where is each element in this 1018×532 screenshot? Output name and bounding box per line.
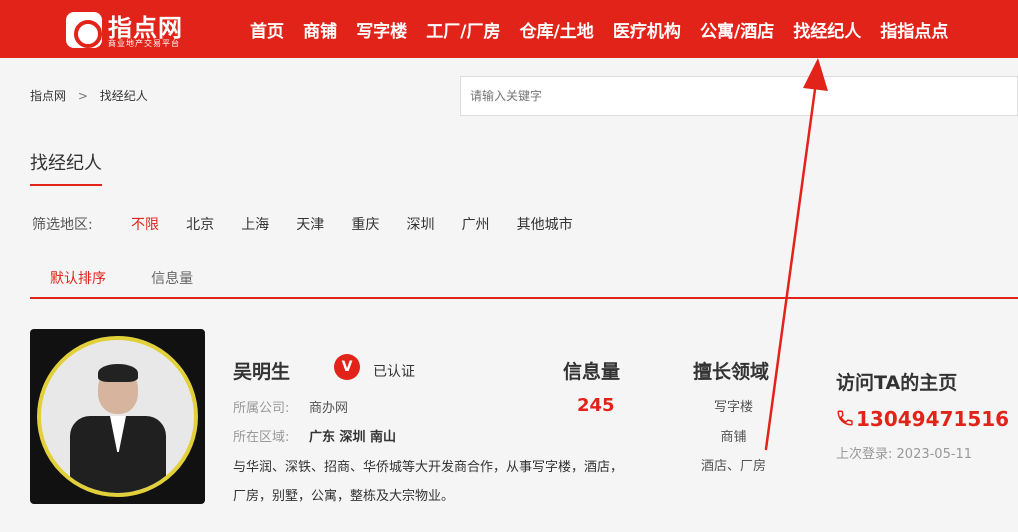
sort-default[interactable]: 默认排序 — [50, 268, 106, 288]
nav-shops[interactable]: 商铺 — [303, 17, 337, 42]
expertise-item-office: 写字楼 — [713, 400, 753, 415]
nav-medical[interactable]: 医疗机构 — [613, 17, 681, 42]
nav-find-agent[interactable]: 找经纪人 — [793, 17, 861, 42]
company-value: 商办网 — [309, 401, 349, 416]
nav-warehouses-land[interactable]: 仓库/土地 — [520, 17, 594, 42]
site-logo[interactable]: 指点网 商业地产交易平台 — [66, 8, 206, 50]
region-option-shanghai[interactable]: 上海 — [241, 214, 269, 234]
search-box[interactable] — [460, 76, 1018, 116]
company-label: 所属公司: — [233, 401, 290, 416]
breadcrumb-current: 找经纪人 — [99, 89, 148, 103]
search-input[interactable] — [461, 77, 1017, 115]
sort-info-count[interactable]: 信息量 — [151, 268, 193, 288]
sort-divider — [30, 297, 1018, 299]
logo-mark-icon — [66, 12, 102, 48]
expertise-item-shop: 商铺 — [720, 430, 747, 445]
info-count-value: 245 — [577, 395, 615, 416]
agent-description: 与华润、深铁、招商、华侨城等大开发商合作，从事写字楼，酒店，厂房，别墅，公寓，整… — [233, 460, 624, 504]
verified-label: 已认证 — [373, 364, 415, 380]
region-option-chongqing[interactable]: 重庆 — [351, 214, 379, 234]
nav-apartments-hotels[interactable]: 公寓/酒店 — [700, 17, 774, 42]
region-filter: 不限 北京 上海 天津 重庆 深圳 广州 其他城市 — [131, 214, 595, 234]
region-option-tianjin[interactable]: 天津 — [296, 214, 324, 234]
sort-tabs: 默认排序 信息量 — [50, 268, 233, 288]
region-option-beijing[interactable]: 北京 — [186, 214, 214, 234]
nav-factories[interactable]: 工厂/厂房 — [426, 17, 500, 42]
last-login-label: 上次登录: — [836, 447, 893, 462]
info-count-title: 信息量 — [563, 361, 621, 383]
page-title: 找经纪人 — [30, 153, 102, 174]
site-header: 指点网 商业地产交易平台 首页 商铺 写字楼 工厂/厂房 仓库/土地 医疗机构 … — [0, 0, 1018, 58]
region-option-unlimited[interactable]: 不限 — [131, 214, 159, 234]
page-title-underline — [30, 184, 102, 186]
last-login: 上次登录: 2023-05-11 — [836, 443, 972, 462]
region-option-shenzhen[interactable]: 深圳 — [406, 214, 434, 234]
expertise-item-hotel-factory: 酒店、厂房 — [700, 459, 766, 474]
breadcrumb-separator: > — [77, 89, 88, 103]
breadcrumb-home[interactable]: 指点网 — [30, 89, 66, 103]
phone-icon — [837, 410, 853, 426]
phone-number[interactable]: 13049471516 — [856, 407, 1009, 431]
nav-home[interactable]: 首页 — [250, 17, 284, 42]
agent-avatar[interactable] — [30, 329, 205, 504]
visit-homepage-link[interactable]: 访问TA的主页 — [836, 368, 957, 395]
agent-name[interactable]: 吴明生 — [233, 357, 290, 384]
last-login-date: 2023-05-11 — [896, 447, 973, 462]
area-value: 广东 深圳 南山 — [309, 430, 397, 445]
region-option-other[interactable]: 其他城市 — [517, 214, 573, 234]
verified-icon: V — [334, 354, 360, 380]
nav-discussion[interactable]: 指指点点 — [880, 17, 948, 42]
main-nav: 首页 商铺 写字楼 工厂/厂房 仓库/土地 医疗机构 公寓/酒店 找经纪人 指指… — [250, 17, 962, 42]
region-filter-label: 筛选地区: — [32, 217, 93, 233]
breadcrumb: 指点网 > 找经纪人 — [30, 87, 148, 104]
avatar-hair — [98, 364, 138, 382]
logo-subtitle: 商业地产交易平台 — [108, 39, 180, 48]
area-label: 所在区域: — [233, 430, 290, 445]
nav-offices[interactable]: 写字楼 — [356, 17, 407, 42]
expertise-title: 擅长领域 — [693, 361, 770, 383]
avatar-portrait — [37, 336, 198, 497]
region-option-guangzhou[interactable]: 广州 — [462, 214, 490, 234]
